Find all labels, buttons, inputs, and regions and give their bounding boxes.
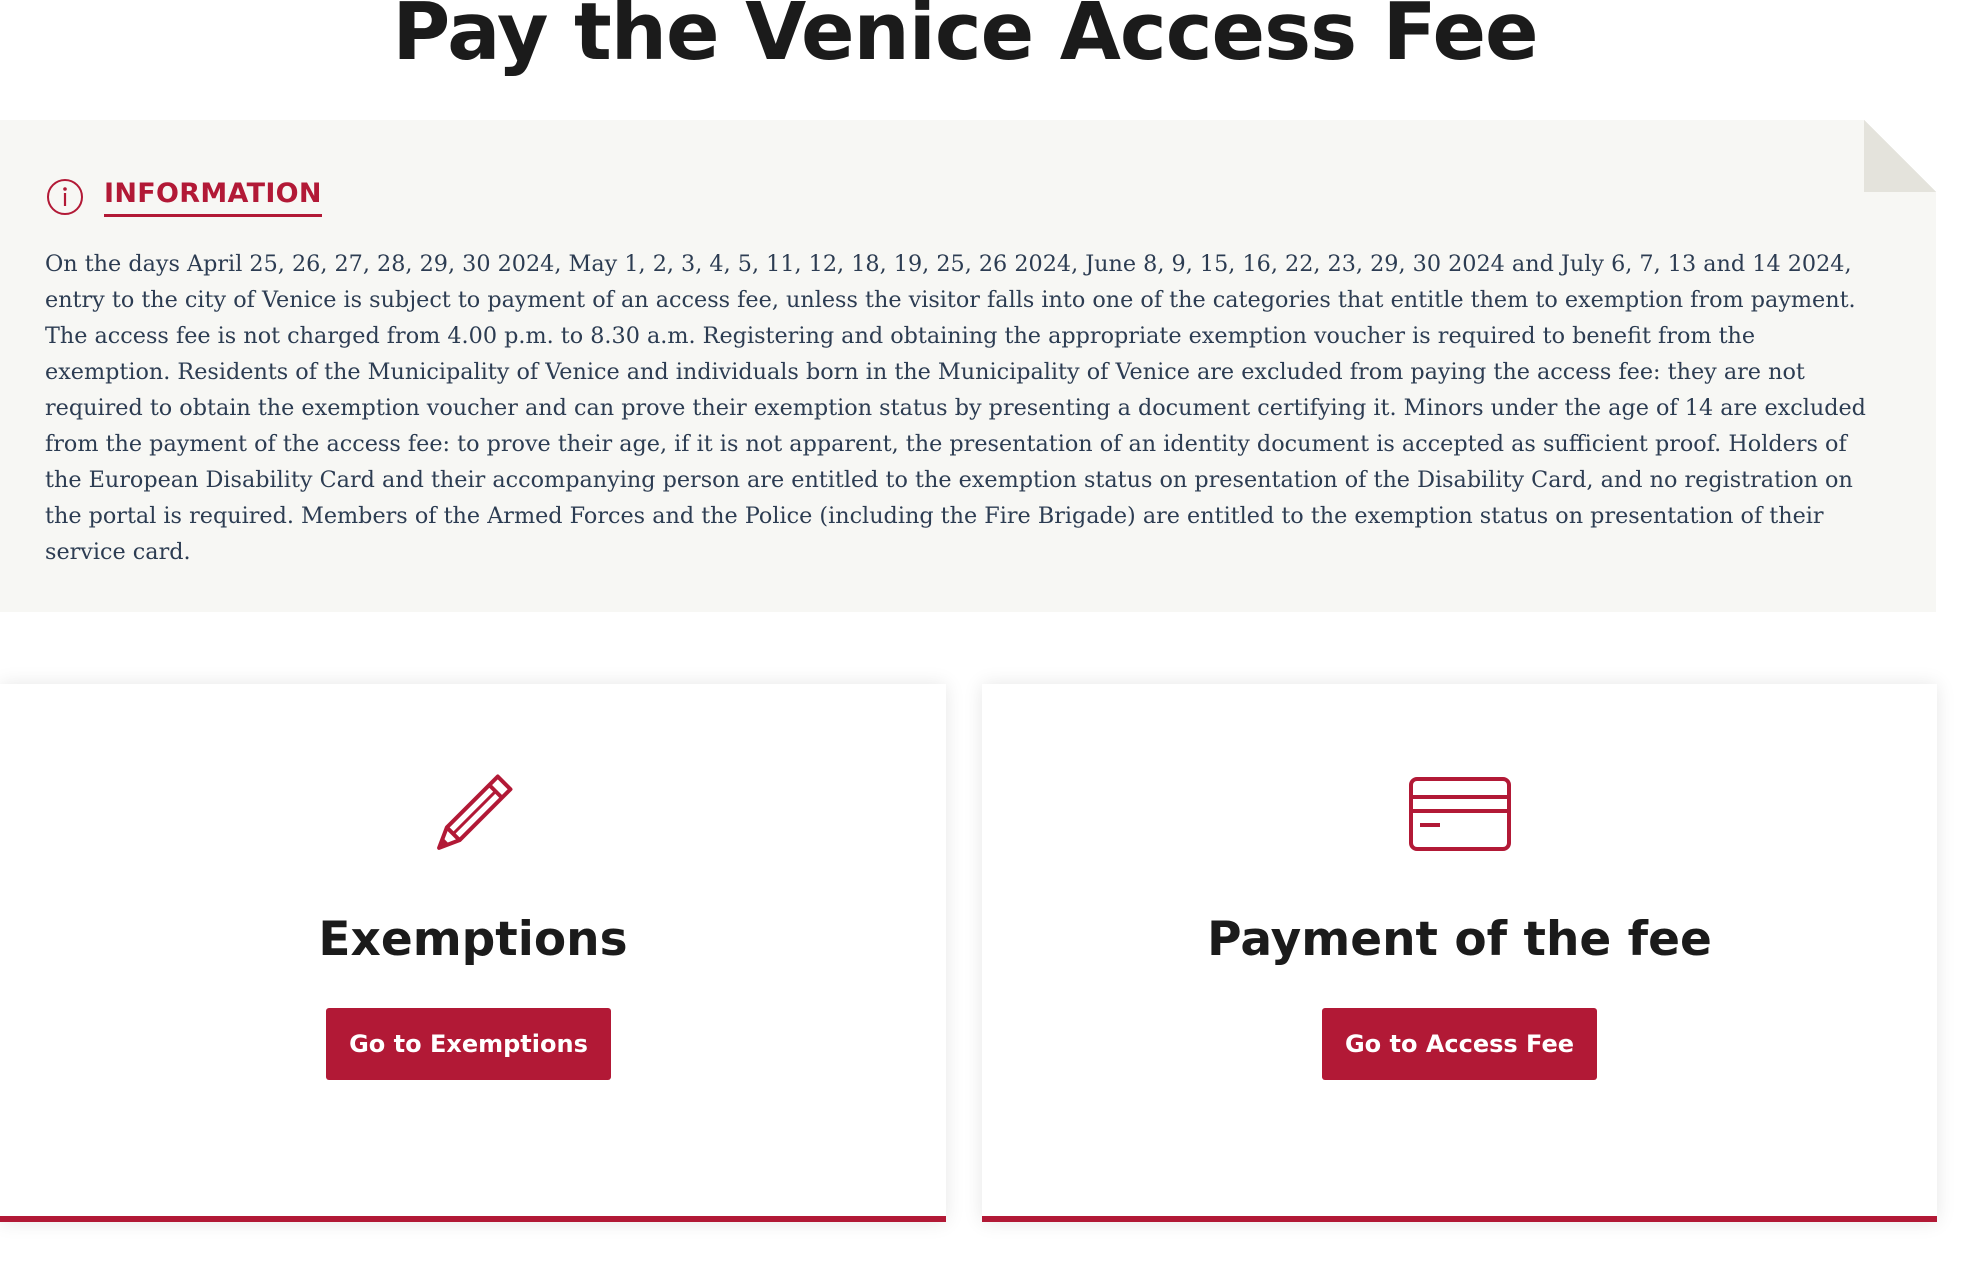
page-title: Pay the Venice Access Fee	[392, 0, 1538, 78]
payment-card: Payment of the fee Go to Access Fee	[982, 684, 1937, 1222]
go-to-exemptions-button[interactable]: Go to Exemptions	[326, 1008, 611, 1080]
payment-title: Payment of the fee	[1207, 912, 1712, 967]
go-to-access-fee-button[interactable]: Go to Access Fee	[1322, 1008, 1597, 1080]
pencil-icon	[0, 766, 946, 862]
information-header: INFORMATION	[46, 175, 322, 219]
exemptions-card: Exemptions Go to Exemptions	[0, 684, 946, 1222]
credit-card-icon	[982, 766, 1937, 862]
exemptions-title: Exemptions	[318, 912, 628, 967]
info-circle-icon	[46, 178, 84, 216]
information-heading: INFORMATION	[104, 178, 322, 217]
page-fold-corner	[1864, 120, 1936, 192]
information-text: On the days April 25, 26, 27, 28, 29, 30…	[45, 251, 1866, 565]
